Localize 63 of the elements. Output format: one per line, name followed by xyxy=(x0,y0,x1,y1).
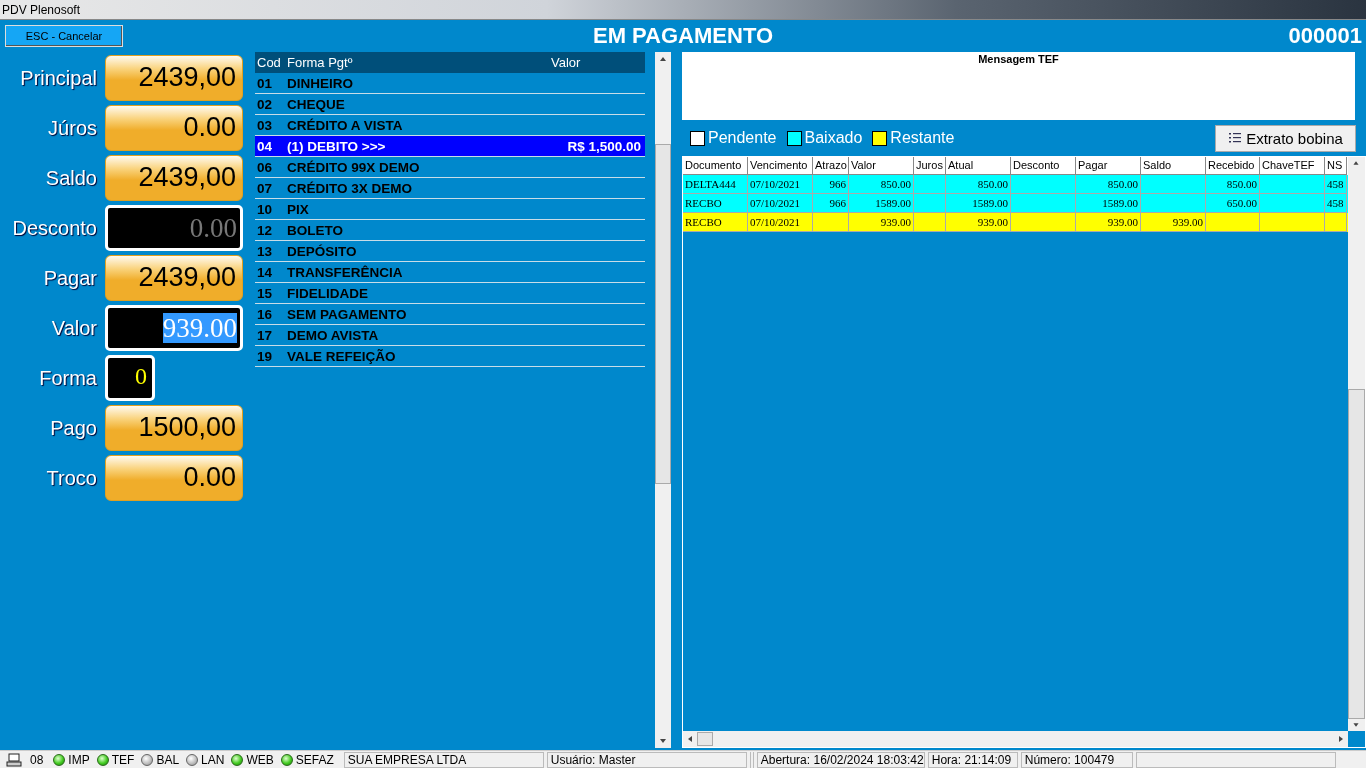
column-header: Cod xyxy=(256,55,282,70)
payment-method-row[interactable]: 04 (1) DEBITO >>> R$ 1,500.00 xyxy=(255,136,645,157)
scrollbar[interactable] xyxy=(655,52,671,748)
legend-label: Restante xyxy=(890,129,955,147)
table-row[interactable]: RECBO 07/10/2021 966 1589.00 1589.00 1589.00 650.00 458 xyxy=(683,194,1348,213)
payment-method-row[interactable]: 16 SEM PAGAMENTO xyxy=(255,304,645,325)
field-label: Troco xyxy=(45,466,97,490)
list-icon xyxy=(1228,131,1243,145)
status-label: IMP xyxy=(68,752,90,767)
amount-display: 0.00 xyxy=(105,105,243,151)
legend-label: Pendente xyxy=(708,129,777,147)
amount-display: 2439,00 xyxy=(105,55,243,101)
tef-message-title: Mensagem TEF xyxy=(978,52,1059,67)
payment-method-row[interactable]: 06 CRÉDITO 99X DEMO xyxy=(255,157,645,178)
code-field[interactable]: 0 xyxy=(105,355,155,401)
screen-title: EM PAGAMENTO xyxy=(591,23,775,49)
status-label: BAL xyxy=(156,752,180,767)
field-label: Desconto xyxy=(11,216,97,240)
payment-method-row[interactable]: 07 CRÉDITO 3X DEMO xyxy=(255,178,645,199)
payment-method-row[interactable]: 02 CHEQUE xyxy=(255,94,645,115)
scroll-thumb[interactable] xyxy=(1348,389,1365,719)
table-row[interactable]: RECBO 07/10/2021 939.00 939.00 939.00 939.00 xyxy=(683,213,1348,232)
amount-display: 1500,00 xyxy=(105,405,243,451)
amount-display: 0.00 xyxy=(105,455,243,501)
amount-display: 2439,00 xyxy=(105,155,243,201)
payment-method-row[interactable]: 15 FIDELIDADE xyxy=(255,283,645,304)
status-label: LAN xyxy=(201,752,225,767)
status-panel: Abertura: 16/02/2024 18:03:42 xyxy=(756,751,925,768)
status-panel: Número: 100479 xyxy=(1020,751,1133,768)
field-label: Pago xyxy=(49,416,97,440)
window-title: PDV Plenosoft xyxy=(1,2,81,17)
terminal-number: 08 xyxy=(30,752,44,767)
payment-method-row[interactable]: 19 VALE REFEIÇÃO xyxy=(255,346,645,367)
status-label: SEFAZ xyxy=(295,752,334,767)
field-label: Principal xyxy=(19,66,97,90)
column-header: Valor xyxy=(550,55,582,70)
statement-button[interactable]: Extrato bobina xyxy=(1215,124,1356,152)
field-label: Saldo xyxy=(44,166,97,190)
field-label: Júros xyxy=(47,116,97,140)
column-header: Forma Pgtº xyxy=(287,55,354,70)
payment-method-row[interactable]: 12 BOLETO xyxy=(255,220,645,241)
status-label: WEB xyxy=(246,752,274,767)
payment-method-row[interactable]: 01 DINHEIRO xyxy=(255,73,645,94)
cancel-button[interactable]: ESC - Cancelar xyxy=(5,25,123,47)
payment-method-row[interactable]: 13 DEPÓSITO xyxy=(255,241,645,262)
amount-display: 2439,00 xyxy=(105,255,243,301)
status-panel: SUA EMPRESA LTDA xyxy=(343,751,544,768)
field-label: Valor xyxy=(50,316,97,340)
payment-method-row[interactable]: 14 TRANSFERÊNCIA xyxy=(255,262,645,283)
table-row[interactable]: DELTA444 07/10/2021 966 850.00 850.00 850.00 850.00 458 xyxy=(683,175,1348,194)
status-panel: Usuário: Master xyxy=(546,751,747,768)
scroll-thumb[interactable] xyxy=(655,144,671,484)
scroll-thumb[interactable] xyxy=(697,732,713,746)
payment-method-row[interactable]: 10 PIX xyxy=(255,199,645,220)
sale-number: 000001 xyxy=(1288,23,1362,49)
legend-label: Baixado xyxy=(804,129,863,147)
scrollbar[interactable] xyxy=(683,731,1348,747)
payment-method-row[interactable]: 17 DEMO AVISTA xyxy=(255,325,645,346)
status-panel: Hora: 21:14:09 xyxy=(927,751,1018,768)
field-label: Pagar xyxy=(42,266,97,290)
scrollbar[interactable] xyxy=(1348,157,1365,731)
status-label: TEF xyxy=(111,752,135,767)
field-label: Forma xyxy=(38,366,97,390)
